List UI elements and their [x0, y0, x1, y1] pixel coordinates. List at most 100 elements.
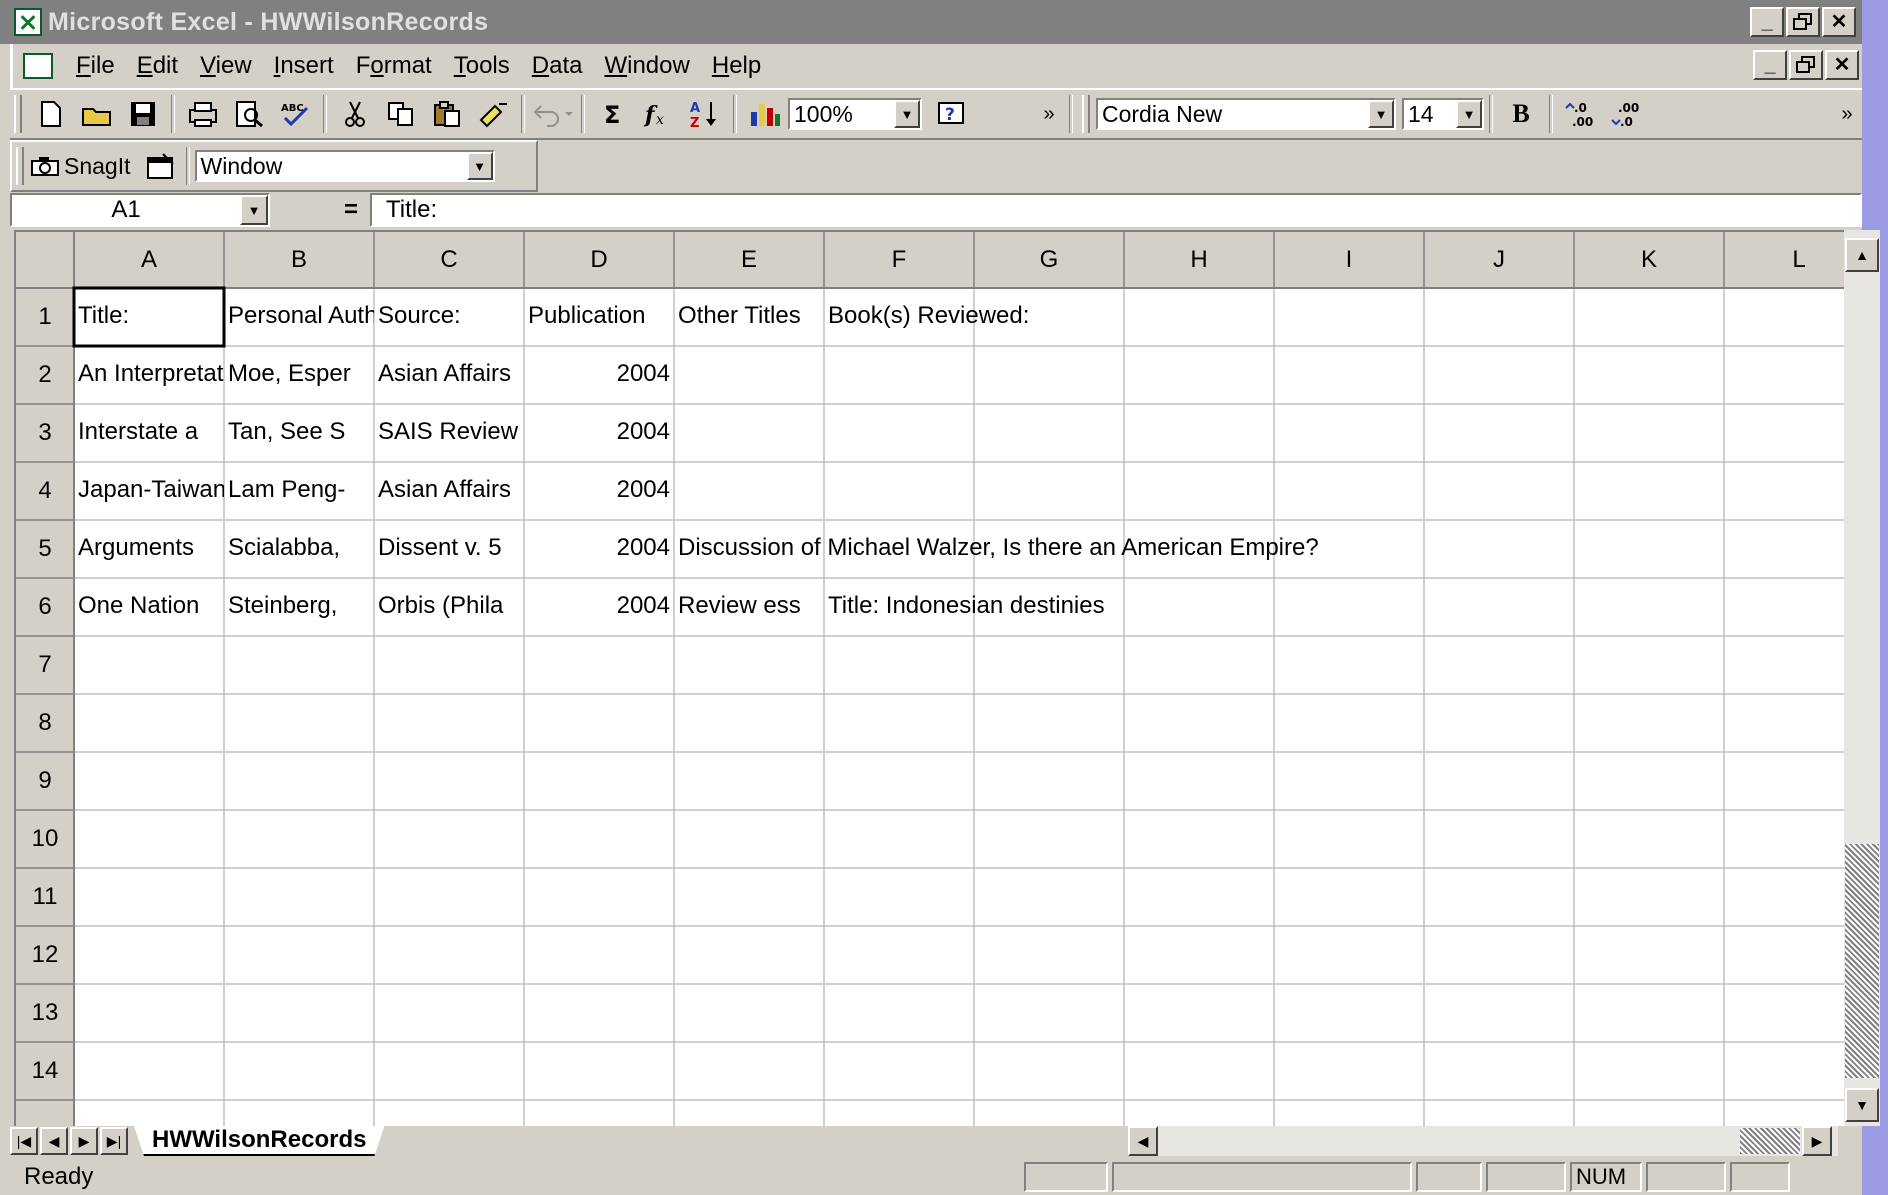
cell-c3[interactable]: SAIS Review — [374, 404, 524, 462]
menu-window[interactable]: Window — [593, 52, 700, 80]
cell-d4[interactable]: 2004 — [524, 462, 674, 520]
prev-sheet-button[interactable]: ◀ — [40, 1127, 68, 1155]
cell-b4[interactable]: Lam Peng- — [224, 462, 374, 520]
toolbar-overflow-icon[interactable]: » — [1034, 94, 1064, 134]
chevron-down-icon[interactable]: ▼ — [1456, 100, 1482, 128]
cell-c5[interactable]: Dissent v. 5 — [374, 520, 524, 578]
chevron-down-icon[interactable]: ▼ — [894, 100, 920, 128]
cell-c1[interactable]: Source: — [374, 288, 524, 346]
row-header-14[interactable]: 14 — [16, 1042, 74, 1100]
vertical-scroll-track-pattern[interactable] — [1845, 844, 1879, 1078]
menu-edit[interactable]: Edit — [126, 52, 189, 80]
snagit-mode-combo[interactable]: Window ▼ — [194, 150, 495, 182]
cell-c2[interactable]: Asian Affairs — [374, 346, 524, 404]
column-header-d[interactable]: D — [524, 232, 674, 288]
menu-insert[interactable]: Insert — [263, 52, 345, 80]
cell-a3[interactable]: Interstate a — [74, 404, 224, 462]
restore-button[interactable] — [1786, 7, 1820, 37]
font-size-combo[interactable]: 14 ▼ — [1402, 98, 1484, 130]
chevron-down-icon[interactable]: ▼ — [240, 195, 268, 225]
doc-close-button[interactable]: ✕ — [1825, 50, 1859, 80]
cell-a5[interactable]: Arguments — [74, 520, 224, 578]
vertical-scrollbar[interactable]: ▲ ▼ — [1844, 230, 1880, 1126]
row-header-9[interactable]: 9 — [16, 752, 74, 810]
horizontal-scroll-pattern[interactable] — [1740, 1128, 1800, 1154]
chart-wizard-icon[interactable] — [742, 94, 788, 134]
zoom-combo[interactable]: 100% ▼ — [788, 98, 922, 130]
cell-e5[interactable]: Discussion of Michael Walzer, Is there a… — [674, 520, 1844, 578]
title-bar[interactable]: Microsoft Excel - HWWilsonRecords _ ✕ — [0, 0, 1862, 44]
row-header-4[interactable]: 4 — [16, 462, 74, 520]
decrease-decimal-icon[interactable]: .00.0 — [1604, 94, 1650, 134]
scroll-left-button[interactable]: ◀ — [1128, 1126, 1158, 1156]
cell-f6[interactable]: Title: Indonesian destinies — [824, 578, 1844, 636]
sort-ascending-icon[interactable]: AZ — [682, 94, 728, 134]
menu-view[interactable]: View — [189, 52, 263, 80]
cell-d5[interactable]: 2004 — [524, 520, 674, 578]
cell-c4[interactable]: Asian Affairs — [374, 462, 524, 520]
cell-d2[interactable]: 2004 — [524, 346, 674, 404]
column-header-l[interactable]: L — [1724, 232, 1844, 288]
column-header-e[interactable]: E — [674, 232, 824, 288]
row-header-10[interactable]: 10 — [16, 810, 74, 868]
spelling-icon[interactable]: ABC — [272, 94, 318, 134]
autosum-icon[interactable]: Σ — [590, 94, 636, 134]
minimize-button[interactable]: _ — [1750, 7, 1784, 37]
cell-c6[interactable]: Orbis (Phila — [374, 578, 524, 636]
menu-data[interactable]: Data — [521, 52, 594, 80]
toolbar-grip[interactable] — [1082, 95, 1090, 133]
formula-equals[interactable]: = — [270, 196, 370, 224]
row-header-8[interactable]: 8 — [16, 694, 74, 752]
cell-a2[interactable]: An Interpretation — [74, 346, 224, 404]
row-header-11[interactable]: 11 — [16, 868, 74, 926]
worksheet-grid[interactable]: A B C D E F G H I J K L 1 2 3 4 5 6 7 8 9 10 11 12 13 14 Title: Per… — [14, 230, 1844, 1126]
cell-b6[interactable]: Steinberg, — [224, 578, 374, 636]
horizontal-scrollbar[interactable]: ◀ ▶ — [1128, 1126, 1838, 1156]
row-header-7[interactable]: 7 — [16, 636, 74, 694]
row-header-12[interactable]: 12 — [16, 926, 74, 984]
formula-input[interactable]: Title: — [370, 193, 1862, 227]
doc-restore-button[interactable] — [1789, 50, 1823, 80]
toolbar-grip[interactable] — [14, 95, 22, 133]
print-preview-icon[interactable] — [226, 94, 272, 134]
row-header-6[interactable]: 6 — [16, 578, 74, 636]
font-name-combo[interactable]: Cordia New ▼ — [1096, 98, 1396, 130]
row-header-3[interactable]: 3 — [16, 404, 74, 462]
cell-b2[interactable]: Moe, Esper — [224, 346, 374, 404]
row-header-1[interactable]: 1 — [16, 288, 74, 346]
column-header-g[interactable]: G — [974, 232, 1124, 288]
row-header-13[interactable]: 13 — [16, 984, 74, 1042]
new-icon[interactable] — [28, 94, 74, 134]
undo-icon[interactable] — [530, 94, 576, 134]
cell-b3[interactable]: Tan, See S — [224, 404, 374, 462]
scroll-up-button[interactable]: ▲ — [1845, 238, 1879, 272]
column-header-k[interactable]: K — [1574, 232, 1724, 288]
format-painter-icon[interactable] — [470, 94, 516, 134]
cell-a6[interactable]: One Nation — [74, 578, 224, 636]
next-sheet-button[interactable]: ▶ — [70, 1127, 98, 1155]
bold-button[interactable]: B — [1498, 94, 1544, 134]
menu-tools[interactable]: Tools — [443, 52, 521, 80]
first-sheet-button[interactable]: |◀ — [10, 1127, 38, 1155]
menu-help[interactable]: Help — [701, 52, 772, 80]
excel-app-icon[interactable] — [14, 8, 42, 36]
menu-file[interactable]: File — [65, 52, 126, 80]
function-icon[interactable]: fx — [636, 94, 682, 134]
column-header-f[interactable]: F — [824, 232, 974, 288]
print-icon[interactable] — [180, 94, 226, 134]
cell-b1[interactable]: Personal Author: — [224, 288, 374, 346]
doc-minimize-button[interactable]: _ — [1753, 50, 1787, 80]
cell-e1[interactable]: Other Titles — [674, 288, 824, 346]
cell-d1[interactable]: Publication — [524, 288, 674, 346]
column-header-c[interactable]: C — [374, 232, 524, 288]
sheet-tab-hwwilsonrecords[interactable]: HWWilsonRecords — [134, 1126, 384, 1156]
column-header-a[interactable]: A — [74, 232, 224, 288]
open-icon[interactable] — [74, 94, 120, 134]
cell-d6[interactable]: 2004 — [524, 578, 674, 636]
column-header-b[interactable]: B — [224, 232, 374, 288]
cell-d3[interactable]: 2004 — [524, 404, 674, 462]
toolbar-grip[interactable] — [16, 147, 24, 185]
copy-icon[interactable] — [378, 94, 424, 134]
scroll-right-button[interactable]: ▶ — [1802, 1126, 1832, 1156]
close-button[interactable]: ✕ — [1822, 7, 1856, 37]
